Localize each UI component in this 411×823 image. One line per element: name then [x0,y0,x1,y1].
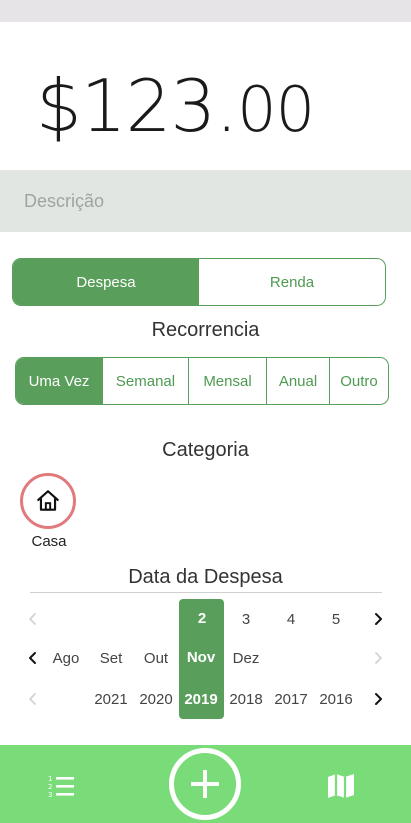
year-option[interactable]: 2019 [178,691,224,708]
day-option[interactable]: 4 [268,611,314,628]
month-option[interactable]: Dez [223,650,269,667]
recurrence-option-outro[interactable]: Outro [330,358,388,404]
month-next-chevron-icon[interactable] [367,647,389,669]
amount-display[interactable]: $123.00 [0,22,411,170]
category-label: Casa [31,533,67,550]
status-bar [0,0,411,22]
type-option-despesa[interactable]: Despesa [13,259,199,305]
list-icon[interactable]: 1 2 3 [46,771,76,801]
recurrence-option-anual[interactable]: Anual [267,358,330,404]
year-option[interactable]: 2021 [88,691,134,708]
year-prev-chevron-icon[interactable] [22,688,44,710]
month-option[interactable]: Nov [178,649,224,666]
day-option[interactable]: 2 [179,610,225,627]
recurrence-toggle: Uma Vez Semanal Mensal Anual Outro [15,357,389,405]
category-item-casa[interactable]: Casa [20,473,78,553]
recurrence-option-mensal[interactable]: Mensal [189,358,267,404]
recurrence-title: Recorrencia [151,319,260,341]
month-option[interactable]: Set [88,650,134,667]
house-icon [37,490,59,511]
type-option-renda[interactable]: Renda [199,259,385,305]
year-option[interactable]: 2020 [133,691,179,708]
date-title: Data da Despesa [128,566,283,588]
month-option[interactable]: Out [133,650,179,667]
category-title: Categoria [162,439,249,461]
add-button[interactable] [169,748,241,820]
amount-value: $123.00 [36,70,315,142]
add-icon [191,770,219,798]
map-icon[interactable] [326,771,356,801]
day-prev-chevron-icon[interactable] [22,608,44,630]
category-circle [20,473,76,529]
recurrence-option-uma-vez[interactable]: Uma Vez [16,358,103,404]
month-prev-chevron-icon[interactable] [22,647,44,669]
year-option[interactable]: 2016 [313,691,359,708]
svg-text:1: 1 [48,775,52,783]
year-option[interactable]: 2018 [223,691,269,708]
divider [30,592,382,593]
svg-text:2: 2 [48,783,52,791]
day-option[interactable]: 3 [223,611,269,628]
day-option[interactable]: 5 [313,611,359,628]
description-input[interactable] [0,170,411,232]
recurrence-option-semanal[interactable]: Semanal [103,358,189,404]
month-option[interactable]: Ago [43,650,89,667]
year-option[interactable]: 2017 [268,691,314,708]
year-next-chevron-icon[interactable] [367,688,389,710]
amount-cents: 00 [237,73,315,146]
type-toggle: Despesa Renda [12,258,386,306]
svg-text:3: 3 [48,791,52,799]
day-next-chevron-icon[interactable] [367,608,389,630]
description-field-container [0,170,411,232]
amount-main: $123. [36,64,238,148]
